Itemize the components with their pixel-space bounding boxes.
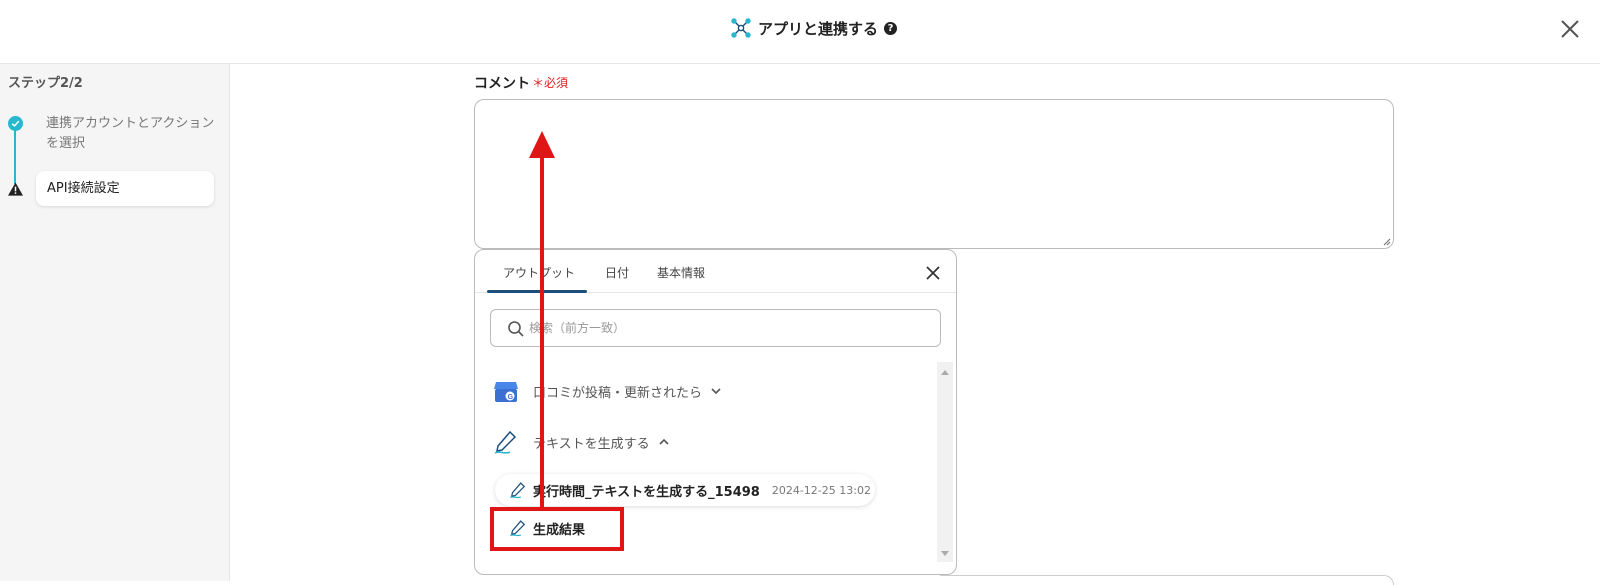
group-review-trigger[interactable]: G 口コミが投稿・更新されたら (493, 376, 722, 406)
chevron-up-icon (659, 438, 669, 445)
integration-icon (731, 18, 751, 38)
step-2-current[interactable]: API接続設定 (36, 171, 214, 206)
required-marker: ＊必須 (532, 76, 569, 90)
pen-icon (510, 520, 526, 537)
pen-icon (494, 430, 517, 454)
output-item-generated-result[interactable]: 生成結果 (495, 512, 615, 544)
tab-output[interactable]: アウトプット (503, 264, 575, 281)
resize-grip-icon[interactable] (1383, 238, 1391, 246)
item-name: 実行時間_テキストを生成する_15498 (533, 484, 760, 500)
panel-tabs: アウトプット 日付 基本情報 (475, 250, 956, 293)
tab-basic-info[interactable]: 基本情報 (657, 264, 705, 281)
tab-date[interactable]: 日付 (605, 264, 629, 281)
step-count: ステップ2/2 (8, 76, 83, 91)
comment-textarea[interactable] (474, 99, 1394, 249)
warning-icon (8, 182, 23, 196)
scroll-down-arrow[interactable] (941, 551, 949, 556)
group-text-generation[interactable]: テキストを生成する (493, 427, 670, 457)
scrollbar[interactable] (937, 362, 953, 562)
help-icon[interactable]: ? (884, 21, 898, 35)
pen-icon (510, 482, 526, 499)
output-picker-panel: アウトプット 日付 基本情報 G 口コミが投稿・更新されたら (474, 249, 957, 575)
google-business-icon: G (494, 382, 518, 402)
check-circle-icon (8, 116, 23, 131)
item-name: 生成結果 (533, 522, 586, 538)
search-icon (508, 321, 524, 337)
group-label: 口コミが投稿・更新されたら (533, 385, 703, 401)
scroll-up-arrow[interactable] (941, 370, 949, 375)
svg-text:G: G (508, 394, 514, 401)
step-connector (14, 128, 16, 184)
item-timestamp: 2024-12-25 13:02 (771, 483, 871, 497)
search-input[interactable] (529, 318, 929, 338)
output-item-execution-time[interactable]: 実行時間_テキストを生成する_15498 2024-12-25 13:02 (495, 474, 875, 506)
panel-close-icon[interactable] (925, 265, 941, 281)
chevron-down-icon (711, 388, 721, 395)
modal-title: アプリと連携する ? (730, 16, 898, 40)
comment-label: コメント (474, 76, 530, 92)
modal-header: アプリと連携する ? (0, 0, 1600, 64)
active-tab-indicator (487, 290, 587, 293)
next-field-edge (940, 575, 1394, 585)
step-1-label[interactable]: 連携アカウントとアクションを選択 (46, 114, 216, 154)
close-icon[interactable] (1558, 17, 1582, 41)
output-search (490, 309, 941, 347)
step-sidebar: ステップ2/2 連携アカウントとアクションを選択 API接続設定 (0, 64, 230, 581)
group-label: テキストを生成する (533, 436, 650, 452)
modal-title-text: アプリと連携する (758, 19, 879, 38)
